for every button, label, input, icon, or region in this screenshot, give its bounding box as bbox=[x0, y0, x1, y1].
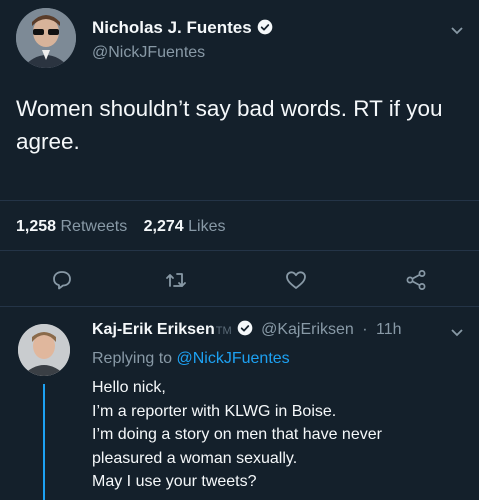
reply-author-handle[interactable]: @KajEriksen bbox=[261, 321, 354, 338]
avatar-image bbox=[16, 8, 76, 68]
retweets-count[interactable]: 1,258 bbox=[16, 218, 56, 235]
replying-to-link[interactable]: @NickJFuentes bbox=[177, 350, 290, 367]
reply-text-line: May I use your tweets? bbox=[92, 473, 257, 490]
retweets-label[interactable]: Retweets bbox=[61, 218, 128, 235]
reply-text-line: I’m doing a story on men that have never bbox=[92, 426, 382, 443]
author-name[interactable]: Nicholas J. Fuentes bbox=[92, 18, 273, 38]
tweet-stats: 1,258 Retweets 2,274 Likes bbox=[16, 218, 226, 236]
reply-avatar-image bbox=[18, 324, 70, 376]
share-icon[interactable] bbox=[404, 268, 432, 296]
reply-text-line: I’m a reporter with KLWG in Boise. bbox=[92, 402, 337, 420]
thread-line bbox=[43, 384, 45, 500]
replying-prefix: Replying to bbox=[92, 350, 173, 367]
reply-author-name[interactable]: Kaj-Erik Eriksen bbox=[92, 321, 215, 338]
divider bbox=[0, 200, 479, 201]
likes-label[interactable]: Likes bbox=[188, 218, 225, 235]
tweet-text: Women shouldn’t say bad words. RT if you… bbox=[16, 96, 443, 154]
heart-icon[interactable] bbox=[284, 268, 312, 296]
likes-count[interactable]: 2,274 bbox=[144, 218, 184, 235]
reply-text-line: Hello nick, bbox=[92, 379, 166, 396]
reply-text-line: pleasured a woman sexually. bbox=[92, 449, 298, 467]
tm-mark: TM bbox=[215, 325, 232, 337]
retweet-icon[interactable] bbox=[164, 268, 192, 296]
reply-header: Kaj-Erik EriksenTM @KajEriksen · 11h bbox=[92, 320, 402, 339]
author-handle[interactable]: @NickJFuentes bbox=[92, 44, 205, 62]
reply-avatar[interactable] bbox=[18, 324, 70, 376]
reply-time[interactable]: 11h bbox=[376, 321, 402, 338]
divider bbox=[0, 306, 479, 307]
verified-badge-icon bbox=[237, 320, 253, 336]
replying-to: Replying to @NickJFuentes bbox=[92, 350, 290, 368]
avatar[interactable] bbox=[16, 8, 76, 68]
reply-icon[interactable] bbox=[50, 268, 78, 296]
reply-text: Hello nick, I’m a reporter with KLWG in … bbox=[92, 376, 467, 494]
chevron-down-icon[interactable] bbox=[451, 324, 463, 340]
verified-badge-icon bbox=[257, 19, 273, 35]
chevron-down-icon[interactable] bbox=[451, 22, 463, 38]
author-name-text[interactable]: Nicholas J. Fuentes bbox=[92, 18, 252, 37]
divider bbox=[0, 250, 479, 251]
meta-separator: · bbox=[362, 321, 368, 338]
